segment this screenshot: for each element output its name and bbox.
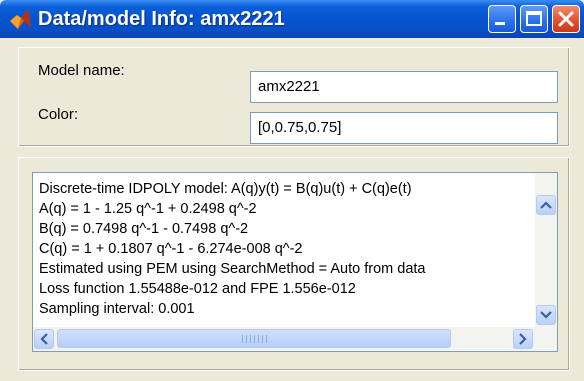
info-line: Estimated using PEM using SearchMethod =… xyxy=(39,261,426,277)
model-info-text: Discrete-time IDPOLY model: A(q)y(t) = B… xyxy=(39,179,519,319)
vertical-scrollbar[interactable] xyxy=(535,173,557,329)
info-line: Sampling interval: 0.001 xyxy=(39,301,195,317)
minimize-icon xyxy=(495,22,505,25)
close-icon xyxy=(558,11,574,27)
info-line: Loss function 1.55488e-012 and FPE 1.556… xyxy=(39,281,356,297)
info-line: B(q) = 0.7498 q^-1 - 0.7498 q^-2 xyxy=(39,221,249,237)
chevron-right-icon xyxy=(519,333,527,345)
window-title: Data/model Info: amx2221 xyxy=(38,8,285,30)
color-field[interactable]: [0,0.75,0.75] xyxy=(250,112,558,144)
minimize-button[interactable] xyxy=(488,5,516,33)
color-label: Color: xyxy=(38,106,79,123)
info-line: C(q) = 1 + 0.1807 q^-1 - 6.274e-008 q^-2 xyxy=(39,241,303,257)
model-info-textbox[interactable]: Discrete-time IDPOLY model: A(q)y(t) = B… xyxy=(32,172,558,352)
scroll-right-button[interactable] xyxy=(513,329,533,349)
model-name-field[interactable]: amx2221 xyxy=(250,71,558,103)
scroll-down-button[interactable] xyxy=(536,305,556,325)
model-name-label: Model name: xyxy=(38,62,125,79)
horizontal-scroll-thumb[interactable] xyxy=(57,329,451,348)
title-bar[interactable]: Data/model Info: amx2221 xyxy=(0,0,584,38)
info-line: Discrete-time IDPOLY model: A(q)y(t) = B… xyxy=(39,181,412,197)
chevron-up-icon xyxy=(540,201,552,209)
horizontal-scrollbar[interactable] xyxy=(33,327,557,351)
info-line: A(q) = 1 - 1.25 q^-1 + 0.2498 q^-2 xyxy=(39,201,257,217)
matlab-logo-icon xyxy=(10,9,31,29)
chevron-down-icon xyxy=(540,311,552,319)
close-button[interactable] xyxy=(552,5,580,33)
maximize-icon xyxy=(526,11,542,26)
chevron-left-icon xyxy=(40,333,48,345)
scroll-grip xyxy=(242,335,268,343)
data-model-info-window: Data/model Info: amx2221 Model name: amx… xyxy=(0,0,584,381)
maximize-button[interactable] xyxy=(520,5,548,33)
scroll-left-button[interactable] xyxy=(34,329,54,349)
scroll-up-button[interactable] xyxy=(536,195,556,215)
